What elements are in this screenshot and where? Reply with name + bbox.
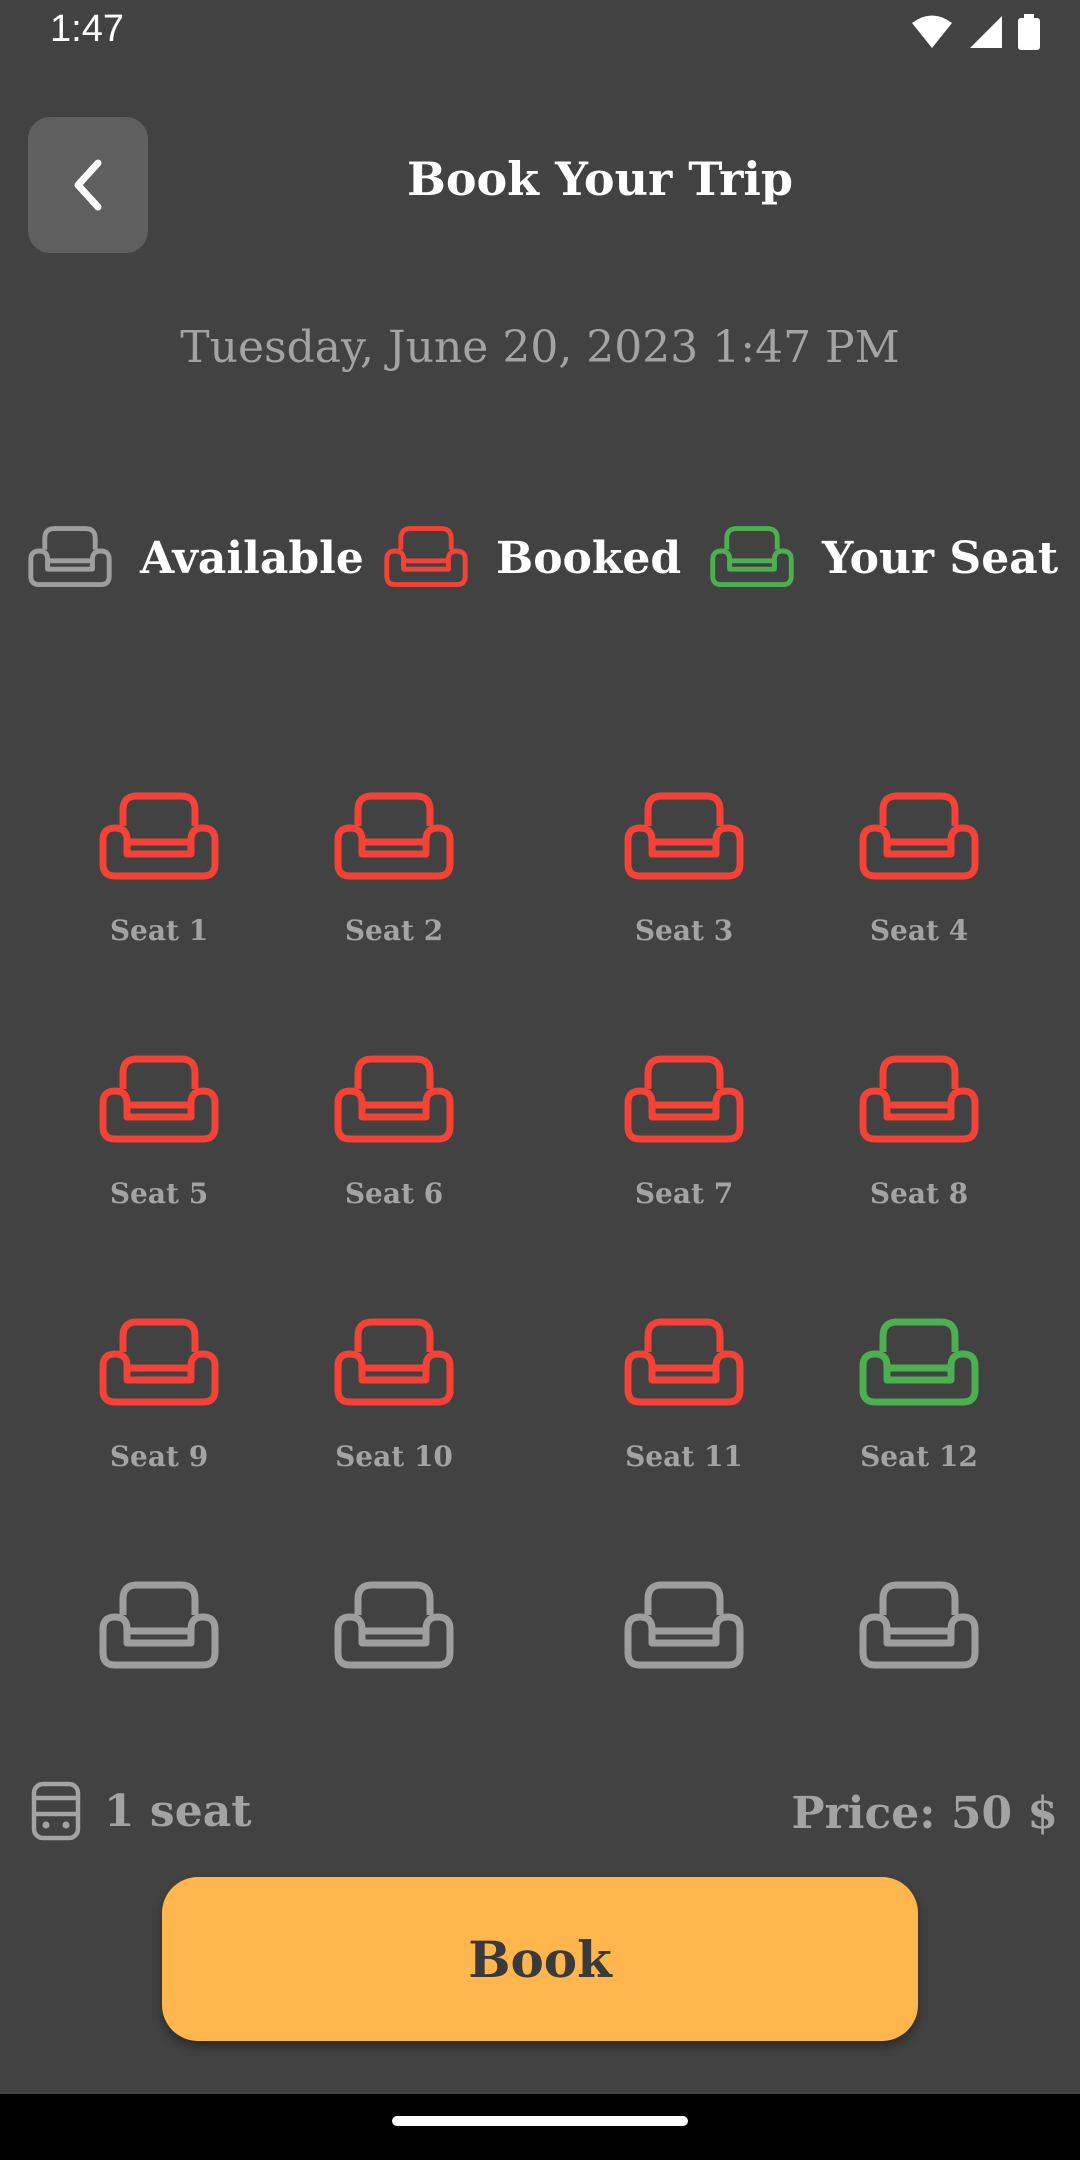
cellular-signal-icon xyxy=(970,16,1002,48)
seat-7[interactable]: Seat 7 xyxy=(584,1055,784,1213)
seat-2[interactable]: Seat 2 xyxy=(294,792,494,950)
seat-13[interactable] xyxy=(59,1581,259,1700)
armchair-icon xyxy=(334,1581,454,1669)
legend-booked: Booked xyxy=(384,524,681,592)
armchair-icon xyxy=(859,1581,979,1669)
armchair-icon xyxy=(334,792,454,880)
seat-label: Seat 12 xyxy=(860,1440,978,1473)
seat-label: Seat 5 xyxy=(109,1177,209,1210)
seat-label: Seat 9 xyxy=(109,1440,209,1473)
seat-9[interactable]: Seat 9 xyxy=(59,1318,259,1476)
seat-4[interactable]: Seat 4 xyxy=(819,792,1019,950)
armchair-icon xyxy=(334,1055,454,1143)
battery-icon xyxy=(1018,14,1040,50)
armchair-icon xyxy=(624,792,744,880)
date-time-text: Tuesday, June 20, 2023 1:47 PM xyxy=(180,322,900,373)
armchair-icon xyxy=(99,1055,219,1143)
seat-label: Seat 10 xyxy=(335,1440,453,1473)
armchair-icon xyxy=(710,526,794,588)
book-button-label: Book xyxy=(468,1929,612,1989)
legend-available: Available xyxy=(28,524,364,592)
seat-8[interactable]: Seat 8 xyxy=(819,1055,1019,1213)
armchair-icon xyxy=(624,1318,744,1406)
wifi-icon xyxy=(912,15,952,48)
seat-count: 1 seat xyxy=(30,1780,252,1842)
armchair-icon xyxy=(99,1581,219,1669)
legend-label-available: Available xyxy=(140,532,364,584)
seat-3[interactable]: Seat 3 xyxy=(584,792,784,950)
legend-label-your-seat: Your Seat xyxy=(822,532,1059,584)
armchair-icon xyxy=(334,1318,454,1406)
legend-your-seat: Your Seat xyxy=(710,524,1058,592)
seat-label: Seat 1 xyxy=(109,914,209,947)
armchair-icon xyxy=(859,792,979,880)
seat-1[interactable]: Seat 1 xyxy=(59,792,259,950)
book-button[interactable]: Book xyxy=(162,1877,918,2041)
seat-count-text: 1 seat xyxy=(104,1785,252,1837)
seat-label: Seat 7 xyxy=(634,1177,734,1210)
seat-11[interactable]: Seat 11 xyxy=(584,1318,784,1476)
seat-5[interactable]: Seat 5 xyxy=(59,1055,259,1213)
price-text: Price: 50 $ xyxy=(791,1788,1059,1839)
armchair-icon xyxy=(859,1318,979,1406)
seat-16[interactable] xyxy=(819,1581,1019,1700)
seat-15[interactable] xyxy=(584,1581,784,1700)
seat-label: Seat 4 xyxy=(869,914,969,947)
bus-icon xyxy=(31,1781,81,1841)
seat-legend: Available Booked Your Seat xyxy=(0,524,1080,614)
seat-label: Seat 11 xyxy=(625,1440,743,1473)
seat-6[interactable]: Seat 6 xyxy=(294,1055,494,1213)
legend-label-booked: Booked xyxy=(496,532,682,584)
seat-10[interactable]: Seat 10 xyxy=(294,1318,494,1476)
seat-12[interactable]: Seat 12 xyxy=(819,1318,1019,1476)
armchair-icon xyxy=(859,1055,979,1143)
seat-label: Seat 3 xyxy=(634,914,734,947)
page-title: Book Your Trip xyxy=(406,152,794,206)
seat-label: Seat 8 xyxy=(869,1177,969,1210)
seat-label: Seat 2 xyxy=(344,914,444,947)
system-navigation-bar xyxy=(0,2094,1080,2160)
seat-label: Seat 6 xyxy=(344,1177,444,1210)
armchair-icon xyxy=(624,1055,744,1143)
seat-14[interactable] xyxy=(294,1581,494,1700)
armchair-icon xyxy=(99,792,219,880)
status-icons xyxy=(910,14,1040,50)
status-time: 1:47 xyxy=(50,8,124,50)
home-gesture-handle[interactable] xyxy=(392,2116,688,2126)
armchair-icon xyxy=(99,1318,219,1406)
seat-grid: Seat 1 Seat 2 Seat 3 Seat 4 Seat 5 Seat 6 Seat… xyxy=(0,780,1080,1700)
armchair-icon xyxy=(384,526,468,588)
status-bar: 1:47 xyxy=(0,0,1080,66)
armchair-icon xyxy=(28,526,112,588)
booking-summary: 1 seat Price: 50 $ xyxy=(0,1770,1080,1850)
armchair-icon xyxy=(624,1581,744,1669)
